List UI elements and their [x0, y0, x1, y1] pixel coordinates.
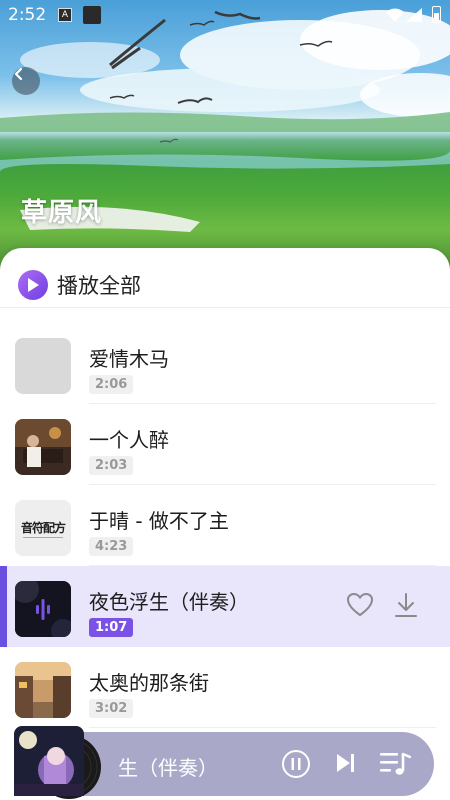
song-title: 于晴 - 做不了主 [89, 509, 229, 533]
mini-player-title: 生（伴奏） [118, 756, 218, 780]
play-icon [18, 270, 48, 300]
song-duration: 1:07 [89, 618, 134, 637]
playing-indicator-bar [0, 566, 7, 647]
song-cover [15, 581, 71, 637]
pause-button[interactable] [281, 749, 311, 783]
song-title: 一个人醉 [89, 428, 169, 452]
song-list-panel: 播放全部 爱情木马 2:06 一个人醉 2:03 音符配方 于晴 - 做不了主 … [0, 248, 450, 800]
battery-icon [432, 6, 441, 23]
pause-icon [282, 750, 310, 778]
song-title: 太奥的那条街 [89, 671, 209, 695]
playlist-queue-button[interactable] [379, 750, 412, 782]
divider [0, 307, 450, 308]
wifi-icon [386, 8, 404, 22]
download-icon [395, 593, 417, 617]
playlist-title: 草原风 [21, 198, 103, 228]
song-row-playing[interactable]: 夜色浮生（伴奏） 1:07 [0, 566, 450, 647]
song-row[interactable]: 一个人醉 2:03 [0, 404, 450, 485]
song-duration: 2:03 [89, 456, 134, 475]
song-cover [15, 662, 71, 718]
song-duration: 2:06 [89, 375, 134, 394]
mini-player-album-art[interactable] [14, 726, 102, 800]
notification-square-icon [83, 6, 101, 24]
song-row[interactable]: 太奥的那条街 3:02 [0, 647, 450, 728]
back-button[interactable] [12, 67, 40, 95]
heart-icon [346, 592, 374, 617]
status-bar: 2:52 A [0, 0, 450, 32]
play-all-label: 播放全部 [57, 274, 141, 298]
notification-a-icon: A [58, 8, 72, 22]
status-time: 2:52 [8, 5, 47, 25]
song-row[interactable]: 爱情木马 2:06 [0, 323, 450, 404]
favorite-button[interactable] [346, 592, 374, 622]
next-track-button[interactable] [334, 751, 358, 779]
song-title: 夜色浮生（伴奏） [89, 590, 249, 614]
row-divider [89, 727, 436, 728]
song-cover [15, 419, 71, 475]
song-duration: 3:02 [89, 699, 134, 718]
song-cover-placeholder [15, 338, 71, 394]
chevron-left-icon [14, 67, 23, 81]
skip-next-icon [337, 754, 354, 772]
song-cover: 音符配方 [15, 500, 71, 556]
play-all-button[interactable]: 播放全部 [18, 268, 141, 302]
song-duration: 4:23 [89, 537, 134, 556]
playlist-cover-image: 草原风 [0, 0, 450, 270]
song-cover-text: 音符配方 [20, 521, 66, 535]
download-button[interactable] [393, 591, 419, 623]
queue-music-icon [380, 752, 412, 775]
signal-icon [406, 8, 422, 22]
song-row[interactable]: 音符配方 于晴 - 做不了主 4:23 [0, 485, 450, 566]
song-title: 爱情木马 [89, 347, 169, 371]
